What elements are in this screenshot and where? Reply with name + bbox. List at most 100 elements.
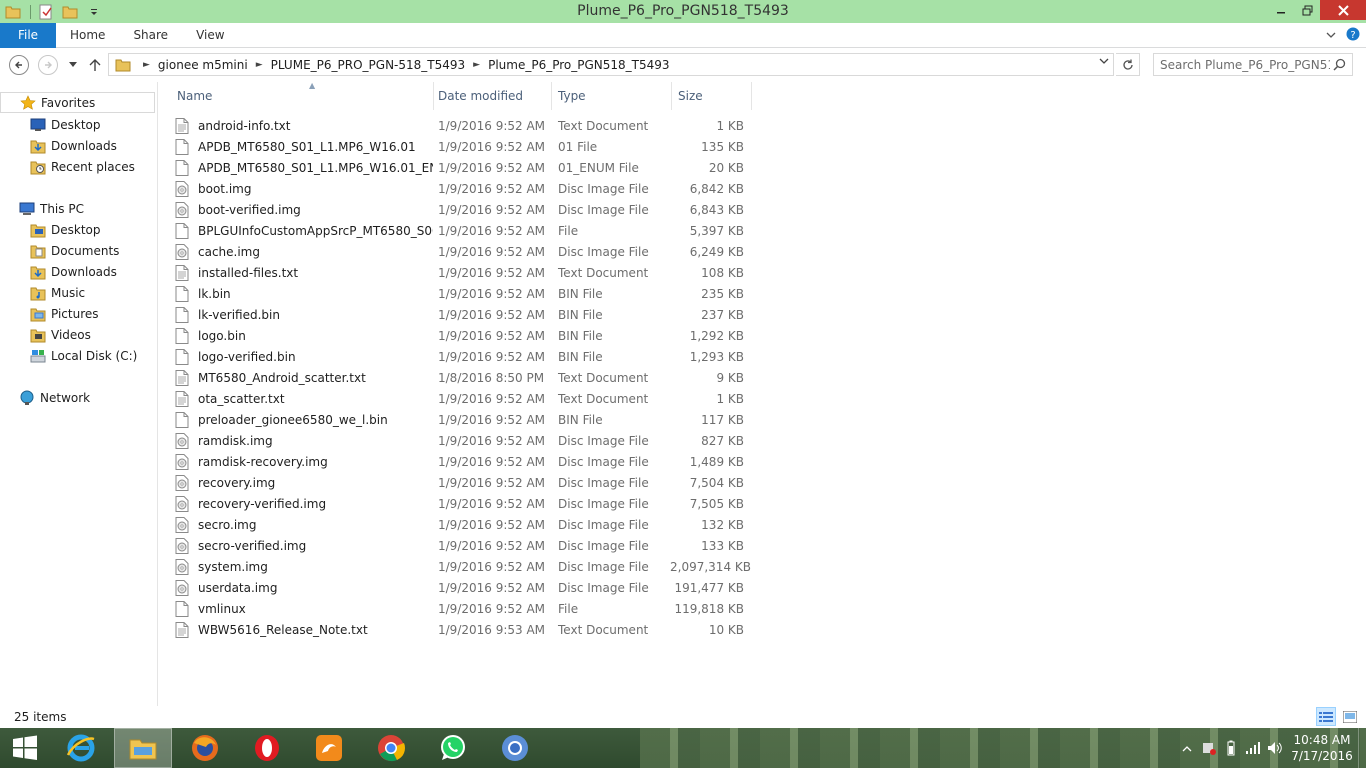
internet-explorer-icon[interactable] (52, 728, 110, 768)
table-row[interactable]: recovery-verified.img 1/9/2016 9:52 AM Dis… (175, 493, 750, 514)
column-header-size[interactable]: Size (672, 82, 752, 110)
search-input[interactable] (1160, 57, 1330, 72)
table-row[interactable]: userdata.img 1/9/2016 9:52 AM Disc Image F… (175, 577, 750, 598)
search-box[interactable] (1153, 53, 1353, 76)
refresh-button[interactable] (1116, 53, 1140, 76)
nav-fav-recent-places[interactable]: Recent places (0, 156, 135, 177)
table-row[interactable]: preloader_gionee6580_we_l.bin 1/9/2016 9:… (175, 409, 750, 430)
nav-pc-downloads[interactable]: Downloads (0, 261, 117, 282)
folder-icon[interactable] (2, 2, 24, 22)
address-bar[interactable]: ► gionee m5mini ► PLUME_P6_PRO_PGN-518_T… (108, 53, 1114, 76)
table-row[interactable]: installed-files.txt 1/9/2016 9:52 AM Text … (175, 262, 750, 283)
table-row[interactable]: secro.img 1/9/2016 9:52 AM Disc Image File… (175, 514, 750, 535)
new-folder-icon[interactable] (59, 2, 81, 22)
table-row[interactable]: WBW5616_Release_Note.txt 1/9/2016 9:53 AM… (175, 619, 750, 640)
table-row[interactable]: logo.bin 1/9/2016 9:52 AM BIN File 1,292 KB (175, 325, 750, 346)
breadcrumb-gionee-m5mini[interactable]: gionee m5mini (158, 58, 248, 72)
table-row[interactable]: APDB_MT6580_S01_L1.MP6_W16.01_ENUM 1/9/20… (175, 157, 750, 178)
nav-pc-videos[interactable]: Videos (0, 324, 91, 345)
file-name-cell: userdata.img (175, 579, 433, 596)
nav-fav-desktop[interactable]: Desktop (0, 114, 101, 135)
expand-ribbon-icon[interactable] (1326, 29, 1336, 42)
search-icon[interactable] (1333, 58, 1346, 74)
breadcrumb-plume-pro-folder[interactable]: PLUME_P6_PRO_PGN-518_T5493 (271, 58, 466, 72)
file-type: Text Document (558, 265, 649, 280)
show-desktop-button[interactable] (1358, 728, 1366, 768)
file-explorer-icon[interactable] (114, 728, 172, 768)
nav-pc-pictures[interactable]: Pictures (0, 303, 99, 324)
whatsapp-icon[interactable] (424, 728, 482, 768)
nav-pc-local-disk[interactable]: Local Disk (C:) (0, 345, 137, 366)
battery-icon[interactable] (1220, 728, 1242, 768)
breadcrumb-separator-icon[interactable]: ► (143, 60, 150, 70)
nav-pc-documents[interactable]: Documents (0, 240, 119, 261)
table-row[interactable]: APDB_MT6580_S01_L1.MP6_W16.01 1/9/2016 9:… (175, 136, 750, 157)
back-button[interactable] (8, 54, 30, 76)
chrome-icon[interactable] (362, 728, 420, 768)
volume-icon[interactable] (1264, 728, 1286, 768)
text-file-icon (175, 117, 191, 134)
table-row[interactable]: lk.bin 1/9/2016 9:52 AM BIN File 235 KB (175, 283, 750, 304)
tab-file[interactable]: File (0, 22, 56, 48)
column-header-type[interactable]: Type (552, 82, 672, 110)
action-center-icon[interactable] (1198, 728, 1220, 768)
file-name: installed-files.txt (198, 265, 299, 280)
file-size: 119,818 KB (674, 601, 744, 616)
table-row[interactable]: secro-verified.img 1/9/2016 9:52 AM Disc I… (175, 535, 750, 556)
forward-button[interactable] (37, 54, 59, 76)
file-name: BPLGUInfoCustomAppSrcP_MT6580_S00... (198, 223, 433, 238)
tab-share[interactable]: Share (119, 23, 182, 48)
table-row[interactable]: ota_scatter.txt 1/9/2016 9:52 AM Text Docu… (175, 388, 750, 409)
network-signal-icon[interactable] (1242, 728, 1264, 768)
firefox-icon[interactable] (176, 728, 234, 768)
table-row[interactable]: boot.img 1/9/2016 9:52 AM Disc Image File 6… (175, 178, 750, 199)
up-button[interactable] (84, 54, 106, 76)
table-row[interactable]: vmlinux 1/9/2016 9:52 AM File 119,818 KB (175, 598, 750, 619)
help-icon[interactable]: ? (1346, 27, 1360, 44)
close-button[interactable] (1320, 0, 1366, 20)
disc-image-icon (175, 537, 191, 554)
details-view-button[interactable] (1316, 707, 1336, 726)
desktop-icon (30, 117, 46, 133)
nav-pc-desktop[interactable]: Desktop (0, 219, 101, 240)
tab-home[interactable]: Home (56, 23, 119, 48)
show-hidden-icons-button[interactable] (1176, 728, 1198, 768)
clock[interactable]: 10:48 AM 7/17/2016 (1286, 732, 1358, 764)
file-date: 1/9/2016 9:52 AM (438, 454, 546, 469)
recent-locations-button[interactable] (62, 54, 84, 76)
table-row[interactable]: lk-verified.bin 1/9/2016 9:52 AM BIN File 2… (175, 304, 750, 325)
address-dropdown-icon[interactable] (1099, 57, 1109, 68)
column-header-name[interactable]: Name ▲ (171, 81, 434, 110)
text-file-icon (175, 621, 191, 638)
uc-browser-icon[interactable] (300, 728, 358, 768)
table-row[interactable]: BPLGUInfoCustomAppSrcP_MT6580_S00... 1/9/… (175, 220, 750, 241)
file-type: Disc Image File (558, 496, 649, 511)
table-row[interactable]: ramdisk.img 1/9/2016 9:52 AM Disc Image Fi… (175, 430, 750, 451)
chromium-icon[interactable] (486, 728, 544, 768)
properties-icon[interactable] (35, 2, 57, 22)
large-icons-view-button[interactable] (1340, 707, 1360, 726)
tab-view[interactable]: View (182, 23, 238, 48)
table-row[interactable]: boot-verified.img 1/9/2016 9:52 AM Disc Im… (175, 199, 750, 220)
customize-toolbar-icon[interactable] (83, 2, 105, 22)
nav-fav-downloads[interactable]: Downloads (0, 135, 117, 156)
table-row[interactable]: cache.img 1/9/2016 9:52 AM Disc Image File… (175, 241, 750, 262)
nav-pc-music[interactable]: Music (0, 282, 85, 303)
start-button[interactable] (0, 728, 50, 768)
restore-button[interactable] (1294, 0, 1320, 20)
minimize-button[interactable] (1268, 0, 1294, 20)
table-row[interactable]: ramdisk-recovery.img 1/9/2016 9:52 AM Disc… (175, 451, 750, 472)
table-row[interactable]: logo-verified.bin 1/9/2016 9:52 AM BIN Fil… (175, 346, 750, 367)
breadcrumb-separator-icon[interactable]: ► (473, 60, 480, 70)
table-row[interactable]: android-info.txt 1/9/2016 9:52 AM Text Doc… (175, 115, 750, 136)
table-row[interactable]: recovery.img 1/9/2016 9:52 AM Disc Image F… (175, 472, 750, 493)
column-header-date[interactable]: Date modified (432, 82, 552, 110)
nav-favorites[interactable]: Favorites (0, 92, 155, 113)
table-row[interactable]: system.img 1/9/2016 9:52 AM Disc Image Fil… (175, 556, 751, 577)
nav-this-pc[interactable]: This PC (0, 198, 84, 219)
breadcrumb-current-folder[interactable]: Plume_P6_Pro_PGN518_T5493 (488, 58, 669, 72)
breadcrumb-separator-icon[interactable]: ► (256, 60, 263, 70)
nav-network[interactable]: Network (0, 387, 90, 408)
table-row[interactable]: MT6580_Android_scatter.txt 1/8/2016 8:50 … (175, 367, 750, 388)
opera-icon[interactable] (238, 728, 296, 768)
